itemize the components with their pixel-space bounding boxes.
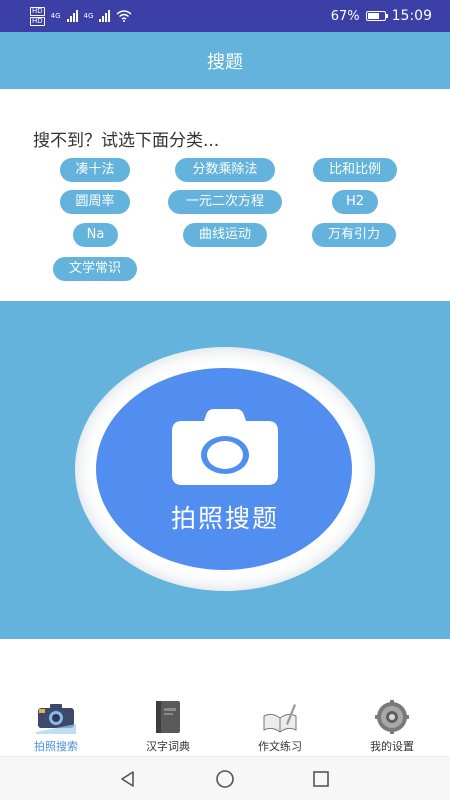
status-right: 67% 15:09 <box>331 8 432 24</box>
network-type-label: 4G <box>50 12 61 20</box>
category-tag[interactable]: 曲线运动 <box>183 223 267 247</box>
category-tag[interactable]: 圆周率 <box>60 190 130 214</box>
hd-badges: HD HD <box>30 6 45 26</box>
system-nav-bar <box>0 756 450 800</box>
nav-label: 作文练习 <box>258 740 302 753</box>
nav-item-dictionary[interactable]: 汉字词典 <box>118 698 218 754</box>
bottom-nav: 拍照搜索 汉字词典 作文练习 我的设置 <box>0 690 450 756</box>
nav-item-essay[interactable]: 作文练习 <box>230 698 330 754</box>
category-tag[interactable]: 万有引力 <box>312 223 396 247</box>
status-left: HD HD 4G 4G <box>30 6 132 26</box>
app-screen: HD HD 4G 4G 67% 15:09 搜题 搜不到？试选下面分类... 凑… <box>0 0 450 800</box>
camera-search-icon <box>6 698 106 734</box>
page-title: 搜题 <box>207 51 243 73</box>
gear-icon <box>342 698 442 734</box>
status-bar: HD HD 4G 4G 67% 15:09 <box>0 0 450 32</box>
category-prompt: 搜不到？试选下面分类... <box>33 131 220 151</box>
back-icon[interactable] <box>118 769 138 789</box>
category-tag[interactable]: 比和比例 <box>313 158 397 182</box>
category-tag[interactable]: 文学常识 <box>53 257 137 281</box>
category-tag[interactable]: 凑十法 <box>60 158 130 182</box>
camera-icon <box>172 409 278 485</box>
category-tag[interactable]: 分数乘除法 <box>175 158 275 182</box>
network-type-label: 4G <box>83 12 94 20</box>
camera-search-label: 拍照搜题 <box>170 504 279 533</box>
nav-label: 拍照搜索 <box>34 740 78 753</box>
hd-badge: HD <box>30 6 45 16</box>
nav-item-photo-search[interactable]: 拍照搜索 <box>6 698 106 754</box>
signal-icon <box>66 10 78 22</box>
nav-item-settings[interactable]: 我的设置 <box>342 698 442 754</box>
clock: 15:09 <box>391 8 432 24</box>
open-book-pen-icon <box>230 698 330 734</box>
page-header: 搜题 <box>0 32 450 89</box>
category-tag[interactable]: H2 <box>332 190 378 214</box>
book-icon <box>118 698 218 734</box>
category-section: 搜不到？试选下面分类... 凑十法 分数乘除法 比和比例 圆周率 一元二次方程 … <box>0 89 450 301</box>
camera-section: 拍照搜题 <box>0 301 450 639</box>
category-tag[interactable]: 一元二次方程 <box>168 190 282 214</box>
recent-apps-icon[interactable] <box>311 769 331 789</box>
nav-label: 汉字词典 <box>146 740 190 753</box>
signal-icon <box>99 10 111 22</box>
wifi-icon <box>116 10 132 22</box>
home-icon[interactable] <box>215 769 235 789</box>
hd-badge: HD <box>30 16 45 26</box>
nav-label: 我的设置 <box>370 740 414 753</box>
battery-percent: 67% <box>330 8 360 24</box>
battery-icon <box>365 11 388 21</box>
category-tag[interactable]: Na <box>73 223 118 247</box>
